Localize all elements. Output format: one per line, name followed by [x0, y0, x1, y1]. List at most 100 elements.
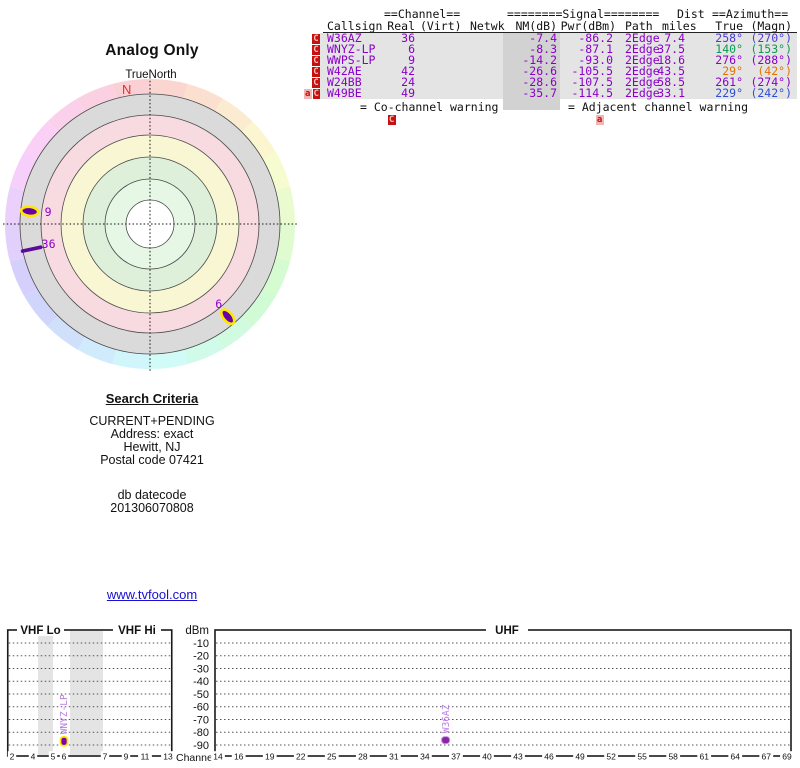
column-group-dist: Dist [677, 7, 705, 21]
adjacent-channel-warning-label: = Adjacent channel warning [568, 100, 749, 114]
db-datecode-value: 201306070808 [110, 501, 194, 515]
channel-tick-label: 31 [389, 752, 399, 762]
adjacent-channel-warning-badge: a [304, 88, 312, 99]
channel-tick-label: 9 [124, 752, 129, 762]
co-channel-warning-badge: C [312, 66, 320, 77]
co-channel-warning-badge: C [312, 55, 320, 66]
spectrum-chart: -10-20-30-40-50-60-70-80-90 VHF Lo VHF Hi U… [6, 624, 794, 764]
channel-tick-label: 6 [62, 752, 67, 762]
column-group-signal: ========Signal======== [507, 7, 660, 21]
signal-callsign-label: W36AZ [441, 704, 452, 733]
criteria-line-address: Address: exact [110, 427, 194, 441]
vhf-hi-label: VHF Hi [118, 625, 156, 637]
dbm-tick-label: -60 [193, 702, 209, 714]
co-channel-warning-badge: C [312, 77, 320, 88]
dbm-axis-title: dBm [185, 625, 209, 637]
tvfool-link[interactable]: www.tvfool.com [107, 587, 197, 602]
uhf-panel-frame [214, 629, 792, 757]
channel-tick-label: 67 [762, 752, 772, 762]
dbm-tick-label: -80 [193, 727, 209, 739]
cell-true: 229° [715, 86, 743, 101]
signal-table: C = Co-channel warning a = Adjacent chan… [303, 0, 797, 125]
signal-callsign-label: WNYZ-LP [59, 694, 70, 734]
db-datecode-label: db datecode [117, 488, 187, 502]
column-header-path: Path [625, 18, 653, 33]
column-header-callsign: Callsign [327, 18, 383, 33]
channel-tick-label: 52 [606, 752, 616, 762]
warning-icons: aC [303, 88, 320, 99]
channel-tick-label: 34 [420, 752, 430, 762]
cell-callsign: W49BE [327, 86, 362, 101]
signal-bar [59, 735, 69, 747]
channel-tick-label: 7 [103, 752, 108, 762]
channel-tick-label: 37 [451, 752, 461, 762]
band-gap-shade [38, 631, 53, 755]
co-channel-warning-badge: C [312, 33, 320, 44]
azimuth-radar-chart: TrueNorthN 9 36 6 [3, 69, 297, 371]
channel-tick-label: 49 [575, 752, 585, 762]
column-header-virt: (Virt) [420, 18, 462, 33]
column-header-magn: (Magn) [750, 18, 792, 33]
warning-icons: C [303, 77, 320, 88]
warning-icons: C [303, 66, 320, 77]
station-channel-label: 9 [45, 205, 52, 219]
channel-tick-label: 40 [482, 752, 492, 762]
column-header-true: True [715, 18, 743, 33]
tvfool-link-wrap: www.tvfool.com [0, 587, 304, 602]
station-channel-label: 36 [42, 237, 56, 251]
dbm-tick-label: -70 [193, 714, 209, 726]
column-header-nm: NM(dB) [515, 18, 557, 33]
channel-tick-label: 46 [544, 752, 554, 762]
criteria-line-current: CURRENT+PENDING [89, 414, 215, 428]
channel-axis-title: Channel [176, 752, 215, 764]
channel-tick-label: 16 [234, 752, 244, 762]
signal-bar [441, 736, 451, 745]
column-header-netwk: Netwk [470, 18, 505, 33]
cell-pwr: -114.5 [571, 86, 613, 101]
channel-tick-label: 25 [327, 752, 337, 762]
vhf-lo-label: VHF Lo [20, 625, 60, 637]
channel-tick-label: 14 [213, 752, 223, 762]
channel-tick-label: 2 [10, 752, 15, 762]
dbm-tick-label: -20 [193, 651, 209, 663]
dbm-tick-label: -10 [193, 638, 209, 650]
channel-tick-label: 4 [31, 752, 36, 762]
search-criteria-heading: Search Criteria [105, 391, 199, 406]
radar-title: Analog Only [105, 42, 199, 59]
channel-tick-label: 28 [358, 752, 368, 762]
channel-tick-label: 43 [513, 752, 523, 762]
channel-tick-label: 69 [782, 752, 792, 762]
cell-path: 2Edge [625, 86, 660, 101]
column-header-miles: miles [662, 18, 697, 33]
co-channel-warning-badge: C [312, 44, 320, 55]
co-channel-warning-label: = Co-channel warning [360, 100, 499, 114]
dbm-tick-label: -90 [193, 740, 209, 752]
channel-tick-label: 22 [296, 752, 306, 762]
uhf-label: UHF [495, 625, 519, 637]
column-group-azimuth: ==Azimuth== [712, 7, 789, 21]
dbm-tick-label: -50 [193, 689, 209, 701]
north-compass-label: N [122, 82, 131, 97]
channel-tick-label: 55 [637, 752, 647, 762]
channel-tick-label: 19 [265, 752, 275, 762]
criteria-line-postal: Postal code 07421 [100, 453, 204, 467]
column-header-pwr: Pwr(dBm) [560, 18, 616, 33]
column-group-channel: ==Channel== [384, 7, 461, 21]
true-north-label: TrueNorth [125, 69, 176, 81]
channel-tick-label: 11 [141, 752, 150, 762]
channel-tick-label: 58 [668, 752, 678, 762]
channel-tick-label: 61 [699, 752, 709, 762]
criteria-line-city: Hewitt, NJ [123, 440, 181, 454]
column-header-real: Real [387, 18, 415, 33]
cell-nm: -35.7 [522, 86, 557, 101]
dbm-tick-label: -40 [193, 676, 209, 688]
station-channel-label: 6 [215, 297, 222, 311]
cell-miles: 33.1 [657, 86, 685, 101]
station-marker [19, 205, 40, 218]
channel-tick-label: 64 [731, 752, 741, 762]
band-gap-shade [70, 631, 103, 755]
table-row: a C W49BE 49 -35.7 -114.5 2Edge 33.1 229° (242°) [303, 88, 797, 99]
channel-tick-label: 5 [51, 752, 56, 762]
warning-icons: C [303, 44, 320, 55]
warning-icons: C [303, 55, 320, 66]
